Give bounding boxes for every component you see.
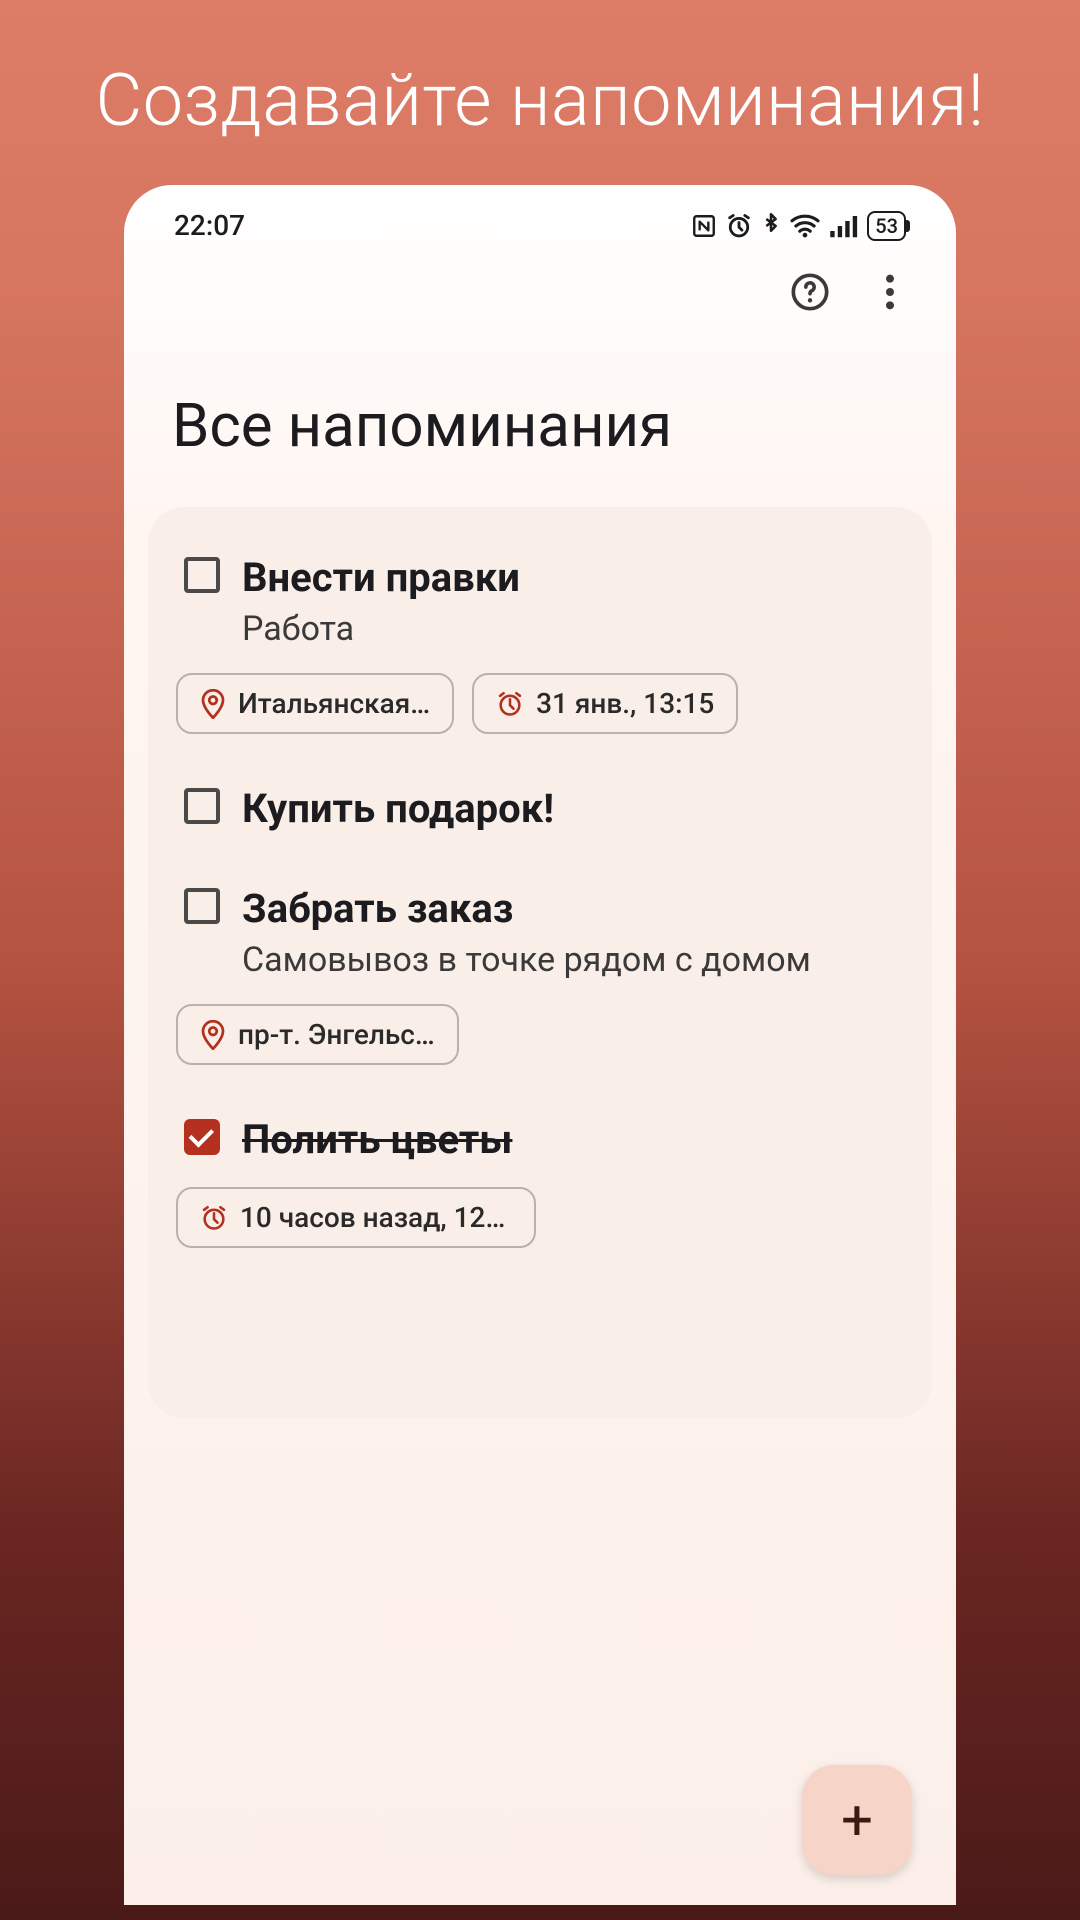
help-button[interactable] xyxy=(788,270,832,314)
reminder-checkbox[interactable] xyxy=(184,557,220,593)
location-chip[interactable]: Итальянская… xyxy=(176,673,454,734)
status-time: 22:07 xyxy=(174,209,245,242)
more-button[interactable] xyxy=(868,270,912,314)
time-chip[interactable]: 31 янв., 13:15 xyxy=(472,673,738,734)
reminder-title: Забрать заказ xyxy=(242,884,896,934)
status-bar: 22:07 53 xyxy=(124,185,956,250)
page-title: Все напоминания xyxy=(124,326,956,507)
battery-icon: 53 xyxy=(867,211,906,241)
more-vert-icon xyxy=(876,272,904,312)
chip-label: Итальянская… xyxy=(238,687,430,720)
reminder-item[interactable]: Внести правки Работа Итальянская… 31 янв… xyxy=(176,553,904,734)
status-icons: 53 xyxy=(691,211,906,241)
reminder-checkbox[interactable] xyxy=(184,788,220,824)
alarm-chip-icon xyxy=(496,690,524,718)
chip-label: 31 янв., 13:15 xyxy=(536,687,714,720)
signal-icon xyxy=(829,213,859,239)
reminder-title: Купить подарок! xyxy=(242,784,896,834)
wifi-icon xyxy=(789,213,821,239)
promo-title: Создавайте напоминания! xyxy=(0,0,1080,185)
add-reminder-fab[interactable]: + xyxy=(802,1765,912,1875)
app-bar xyxy=(124,250,956,326)
reminder-item[interactable]: Купить подарок! xyxy=(176,784,904,834)
reminder-title: Полить цветы xyxy=(242,1115,896,1165)
bluetooth-icon xyxy=(761,212,781,240)
phone-frame: 22:07 53 Все напоминания Внести правки xyxy=(124,185,956,1905)
reminder-subtitle: Работа xyxy=(242,607,896,651)
reminder-title: Внести правки xyxy=(242,553,896,603)
reminder-checkbox[interactable] xyxy=(184,888,220,924)
reminder-item[interactable]: Полить цветы 10 часов назад, 12:00 xyxy=(176,1115,904,1248)
reminder-subtitle: Самовывоз в точке рядом с домом xyxy=(242,938,896,982)
alarm-icon xyxy=(725,212,753,240)
chip-label: 10 часов назад, 12:00 xyxy=(240,1201,512,1234)
chip-label: пр-т. Энгельс… xyxy=(238,1018,435,1051)
alarm-chip-icon xyxy=(200,1204,228,1232)
nfc-icon xyxy=(691,213,717,239)
help-icon xyxy=(790,272,830,312)
location-icon xyxy=(200,1020,226,1050)
location-icon xyxy=(200,689,226,719)
location-chip[interactable]: пр-т. Энгельс… xyxy=(176,1004,459,1065)
reminder-item[interactable]: Забрать заказ Самовывоз в точке рядом с … xyxy=(176,884,904,1065)
reminder-checkbox[interactable] xyxy=(184,1119,220,1155)
plus-icon: + xyxy=(841,1787,873,1853)
reminders-list: Внести правки Работа Итальянская… 31 янв… xyxy=(148,507,932,1418)
time-chip[interactable]: 10 часов назад, 12:00 xyxy=(176,1187,536,1248)
